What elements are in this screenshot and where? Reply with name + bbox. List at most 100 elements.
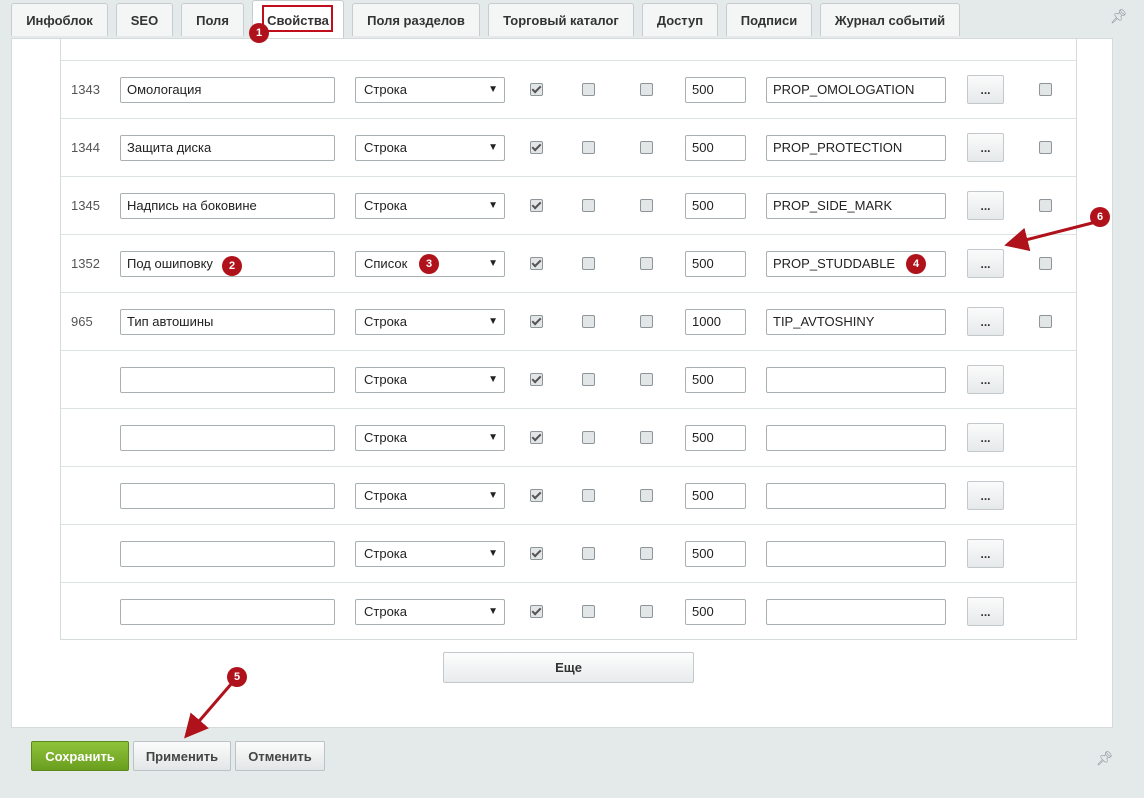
delete-checkbox[interactable] bbox=[1039, 199, 1052, 212]
sort-input[interactable]: 500 bbox=[685, 367, 746, 393]
edit-property-button[interactable]: ... bbox=[967, 75, 1004, 104]
property-code-input[interactable]: PROP_SIDE_MARK bbox=[766, 193, 946, 219]
edit-property-button[interactable]: ... bbox=[967, 307, 1004, 336]
property-type-select[interactable]: Строка ▼ bbox=[355, 541, 505, 567]
cancel-button[interactable]: Отменить bbox=[235, 741, 325, 771]
required-checkbox[interactable] bbox=[640, 373, 653, 386]
edit-property-button[interactable]: ... bbox=[967, 481, 1004, 510]
tab-event-log[interactable]: Журнал событий bbox=[820, 3, 960, 36]
edit-property-button[interactable]: ... bbox=[967, 423, 1004, 452]
tab-section-fields[interactable]: Поля разделов bbox=[352, 3, 480, 36]
multiple-checkbox[interactable] bbox=[582, 315, 595, 328]
required-checkbox[interactable] bbox=[640, 199, 653, 212]
edit-property-button[interactable]: ... bbox=[967, 539, 1004, 568]
property-name-input[interactable]: Омологация bbox=[120, 77, 335, 103]
active-checkbox[interactable] bbox=[530, 83, 543, 96]
required-checkbox[interactable] bbox=[640, 547, 653, 560]
required-checkbox[interactable] bbox=[640, 257, 653, 270]
required-checkbox[interactable] bbox=[640, 83, 653, 96]
property-code-input[interactable] bbox=[766, 541, 946, 567]
property-code-input[interactable]: TIP_AVTOSHINY bbox=[766, 309, 946, 335]
property-code-input[interactable]: PROP_OMOLOGATION bbox=[766, 77, 946, 103]
pin-icon[interactable]: 📌︎ bbox=[1110, 8, 1128, 25]
property-type-select[interactable]: Строка ▼ bbox=[355, 483, 505, 509]
multiple-checkbox[interactable] bbox=[582, 605, 595, 618]
property-code-input[interactable] bbox=[766, 425, 946, 451]
delete-checkbox[interactable] bbox=[1039, 257, 1052, 270]
property-name-input[interactable] bbox=[120, 367, 335, 393]
property-name-input[interactable] bbox=[120, 425, 335, 451]
property-name-input[interactable] bbox=[120, 483, 335, 509]
edit-property-button[interactable]: ... bbox=[967, 365, 1004, 394]
active-checkbox[interactable] bbox=[530, 199, 543, 212]
property-code-input[interactable] bbox=[766, 367, 946, 393]
property-name-input[interactable] bbox=[120, 541, 335, 567]
property-code-input[interactable] bbox=[766, 599, 946, 625]
tab-trade-catalog[interactable]: Торговый каталог bbox=[488, 3, 634, 36]
property-type-select[interactable]: Строка ▼ bbox=[355, 193, 505, 219]
active-checkbox[interactable] bbox=[530, 315, 543, 328]
sort-input[interactable]: 500 bbox=[685, 483, 746, 509]
property-type-value: Строка bbox=[364, 140, 408, 155]
multiple-checkbox[interactable] bbox=[582, 547, 595, 560]
tab-seo[interactable]: SEO bbox=[116, 3, 173, 36]
sort-input[interactable]: 500 bbox=[685, 77, 746, 103]
sort-input[interactable]: 500 bbox=[685, 193, 746, 219]
tab-iblock[interactable]: Инфоблок bbox=[11, 3, 108, 36]
sort-input[interactable]: 1000 bbox=[685, 309, 746, 335]
required-checkbox[interactable] bbox=[640, 605, 653, 618]
active-checkbox[interactable] bbox=[530, 141, 543, 154]
property-type-select[interactable]: Строка ▼ bbox=[355, 425, 505, 451]
multiple-checkbox[interactable] bbox=[582, 199, 595, 212]
pin-icon[interactable]: 📌︎ bbox=[1096, 750, 1114, 767]
property-name-input[interactable]: Защита диска bbox=[120, 135, 335, 161]
multiple-checkbox[interactable] bbox=[582, 431, 595, 444]
property-code-input[interactable] bbox=[766, 483, 946, 509]
property-name-input[interactable] bbox=[120, 599, 335, 625]
sort-input[interactable]: 500 bbox=[685, 425, 746, 451]
edit-property-button[interactable]: ... bbox=[967, 597, 1004, 626]
edit-property-button[interactable]: ... bbox=[967, 133, 1004, 162]
property-type-select[interactable]: Строка ▼ bbox=[355, 599, 505, 625]
sort-input[interactable]: 500 bbox=[685, 135, 746, 161]
active-checkbox[interactable] bbox=[530, 547, 543, 560]
edit-property-button[interactable]: ... bbox=[967, 249, 1004, 278]
delete-checkbox[interactable] bbox=[1039, 141, 1052, 154]
sort-input[interactable]: 500 bbox=[685, 599, 746, 625]
save-button[interactable]: Сохранить bbox=[31, 741, 129, 771]
property-type-select[interactable]: Строка ▼ bbox=[355, 77, 505, 103]
required-checkbox[interactable] bbox=[640, 431, 653, 444]
property-type-value: Строка bbox=[364, 430, 408, 445]
property-code-input[interactable]: PROP_PROTECTION bbox=[766, 135, 946, 161]
tab-fields[interactable]: Поля bbox=[181, 3, 244, 36]
multiple-checkbox[interactable] bbox=[582, 373, 595, 386]
delete-checkbox[interactable] bbox=[1039, 315, 1052, 328]
chevron-down-icon: ▼ bbox=[488, 258, 498, 269]
active-checkbox[interactable] bbox=[530, 605, 543, 618]
tab-captions[interactable]: Подписи bbox=[726, 3, 812, 36]
multiple-checkbox[interactable] bbox=[582, 257, 595, 270]
property-type-select[interactable]: Строка ▼ bbox=[355, 309, 505, 335]
property-name-input[interactable]: Тип автошины bbox=[120, 309, 335, 335]
required-checkbox[interactable] bbox=[640, 141, 653, 154]
required-checkbox[interactable] bbox=[640, 489, 653, 502]
active-checkbox[interactable] bbox=[530, 257, 543, 270]
sort-input[interactable]: 500 bbox=[685, 251, 746, 277]
multiple-checkbox[interactable] bbox=[582, 489, 595, 502]
property-name-input[interactable]: Надпись на боковине bbox=[120, 193, 335, 219]
multiple-checkbox[interactable] bbox=[582, 83, 595, 96]
tab-access[interactable]: Доступ bbox=[642, 3, 718, 36]
edit-property-button[interactable]: ... bbox=[967, 191, 1004, 220]
property-type-select[interactable]: Строка ▼ bbox=[355, 367, 505, 393]
sort-input[interactable]: 500 bbox=[685, 541, 746, 567]
apply-button[interactable]: Применить bbox=[133, 741, 231, 771]
property-type-select[interactable]: Строка ▼ bbox=[355, 135, 505, 161]
active-checkbox[interactable] bbox=[530, 373, 543, 386]
active-checkbox[interactable] bbox=[530, 489, 543, 502]
property-type-value: Строка bbox=[364, 372, 408, 387]
more-button[interactable]: Еще bbox=[443, 652, 694, 683]
required-checkbox[interactable] bbox=[640, 315, 653, 328]
delete-checkbox[interactable] bbox=[1039, 83, 1052, 96]
active-checkbox[interactable] bbox=[530, 431, 543, 444]
multiple-checkbox[interactable] bbox=[582, 141, 595, 154]
